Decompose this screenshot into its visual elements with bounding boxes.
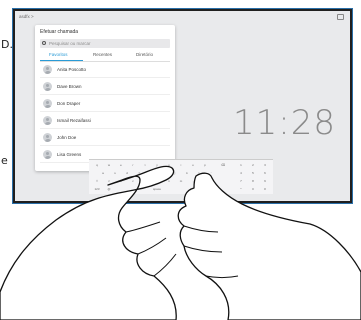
- hands-illustration: [0, 165, 361, 320]
- right-hand-icon: [177, 172, 361, 320]
- left-hand-icon: [0, 165, 177, 320]
